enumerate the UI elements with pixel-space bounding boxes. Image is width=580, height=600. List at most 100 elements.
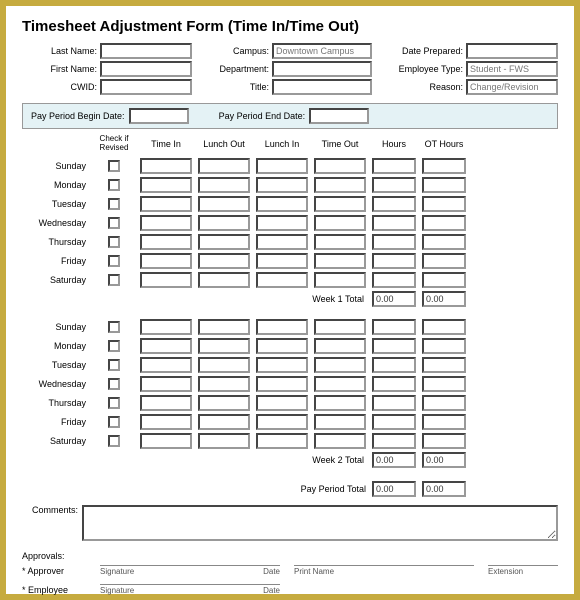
first-name-input[interactable] xyxy=(100,61,192,77)
ot-hours-input[interactable] xyxy=(422,215,466,231)
time-in-input[interactable] xyxy=(140,376,192,392)
lunch-out-input[interactable] xyxy=(198,234,250,250)
lunch-in-input[interactable] xyxy=(256,234,308,250)
revised-checkbox[interactable] xyxy=(94,255,134,267)
week2-total-hours[interactable] xyxy=(372,452,416,468)
revised-checkbox[interactable] xyxy=(94,359,134,371)
lunch-out-input[interactable] xyxy=(198,433,250,449)
hours-input[interactable] xyxy=(372,177,416,193)
hours-input[interactable] xyxy=(372,395,416,411)
ot-hours-input[interactable] xyxy=(422,196,466,212)
pay-period-total-hours[interactable] xyxy=(372,481,416,497)
time-in-input[interactable] xyxy=(140,433,192,449)
revised-checkbox[interactable] xyxy=(94,217,134,229)
week1-total-hours[interactable] xyxy=(372,291,416,307)
lunch-in-input[interactable] xyxy=(256,395,308,411)
employee-type-input[interactable] xyxy=(466,61,558,77)
hours-input[interactable] xyxy=(372,158,416,174)
hours-input[interactable] xyxy=(372,272,416,288)
time-in-input[interactable] xyxy=(140,158,192,174)
time-out-input[interactable] xyxy=(314,414,366,430)
week1-total-ot[interactable] xyxy=(422,291,466,307)
lunch-out-input[interactable] xyxy=(198,253,250,269)
ot-hours-input[interactable] xyxy=(422,376,466,392)
revised-checkbox[interactable] xyxy=(94,435,134,447)
pay-begin-input[interactable] xyxy=(129,108,189,124)
ot-hours-input[interactable] xyxy=(422,253,466,269)
time-in-input[interactable] xyxy=(140,234,192,250)
ot-hours-input[interactable] xyxy=(422,357,466,373)
time-in-input[interactable] xyxy=(140,215,192,231)
lunch-in-input[interactable] xyxy=(256,338,308,354)
ot-hours-input[interactable] xyxy=(422,272,466,288)
hours-input[interactable] xyxy=(372,215,416,231)
time-in-input[interactable] xyxy=(140,357,192,373)
hours-input[interactable] xyxy=(372,319,416,335)
lunch-out-input[interactable] xyxy=(198,357,250,373)
lunch-in-input[interactable] xyxy=(256,177,308,193)
time-out-input[interactable] xyxy=(314,177,366,193)
lunch-out-input[interactable] xyxy=(198,215,250,231)
hours-input[interactable] xyxy=(372,234,416,250)
ot-hours-input[interactable] xyxy=(422,338,466,354)
hours-input[interactable] xyxy=(372,338,416,354)
lunch-in-input[interactable] xyxy=(256,158,308,174)
department-input[interactable] xyxy=(272,61,372,77)
campus-input[interactable] xyxy=(272,43,372,59)
hours-input[interactable] xyxy=(372,357,416,373)
lunch-out-input[interactable] xyxy=(198,395,250,411)
hours-input[interactable] xyxy=(372,196,416,212)
time-in-input[interactable] xyxy=(140,395,192,411)
time-out-input[interactable] xyxy=(314,196,366,212)
pay-end-input[interactable] xyxy=(309,108,369,124)
time-in-input[interactable] xyxy=(140,319,192,335)
time-out-input[interactable] xyxy=(314,253,366,269)
ot-hours-input[interactable] xyxy=(422,234,466,250)
lunch-in-input[interactable] xyxy=(256,272,308,288)
reason-input[interactable] xyxy=(466,79,558,95)
revised-checkbox[interactable] xyxy=(94,416,134,428)
ot-hours-input[interactable] xyxy=(422,158,466,174)
lunch-in-input[interactable] xyxy=(256,433,308,449)
time-in-input[interactable] xyxy=(140,253,192,269)
time-in-input[interactable] xyxy=(140,414,192,430)
time-out-input[interactable] xyxy=(314,319,366,335)
pay-period-total-ot[interactable] xyxy=(422,481,466,497)
lunch-out-input[interactable] xyxy=(198,272,250,288)
lunch-in-input[interactable] xyxy=(256,253,308,269)
time-in-input[interactable] xyxy=(140,177,192,193)
lunch-out-input[interactable] xyxy=(198,158,250,174)
lunch-out-input[interactable] xyxy=(198,376,250,392)
revised-checkbox[interactable] xyxy=(94,160,134,172)
time-out-input[interactable] xyxy=(314,272,366,288)
lunch-in-input[interactable] xyxy=(256,414,308,430)
revised-checkbox[interactable] xyxy=(94,274,134,286)
time-in-input[interactable] xyxy=(140,272,192,288)
time-in-input[interactable] xyxy=(140,338,192,354)
revised-checkbox[interactable] xyxy=(94,378,134,390)
time-out-input[interactable] xyxy=(314,234,366,250)
date-prepared-input[interactable] xyxy=(466,43,558,59)
ot-hours-input[interactable] xyxy=(422,395,466,411)
revised-checkbox[interactable] xyxy=(94,179,134,191)
revised-checkbox[interactable] xyxy=(94,321,134,333)
time-out-input[interactable] xyxy=(314,376,366,392)
hours-input[interactable] xyxy=(372,433,416,449)
hours-input[interactable] xyxy=(372,253,416,269)
lunch-in-input[interactable] xyxy=(256,215,308,231)
week2-total-ot[interactable] xyxy=(422,452,466,468)
lunch-out-input[interactable] xyxy=(198,177,250,193)
time-out-input[interactable] xyxy=(314,357,366,373)
lunch-in-input[interactable] xyxy=(256,196,308,212)
lunch-out-input[interactable] xyxy=(198,196,250,212)
revised-checkbox[interactable] xyxy=(94,198,134,210)
hours-input[interactable] xyxy=(372,414,416,430)
time-out-input[interactable] xyxy=(314,338,366,354)
lunch-in-input[interactable] xyxy=(256,319,308,335)
time-in-input[interactable] xyxy=(140,196,192,212)
time-out-input[interactable] xyxy=(314,433,366,449)
time-out-input[interactable] xyxy=(314,215,366,231)
lunch-out-input[interactable] xyxy=(198,319,250,335)
cwid-input[interactable] xyxy=(100,79,192,95)
revised-checkbox[interactable] xyxy=(94,397,134,409)
